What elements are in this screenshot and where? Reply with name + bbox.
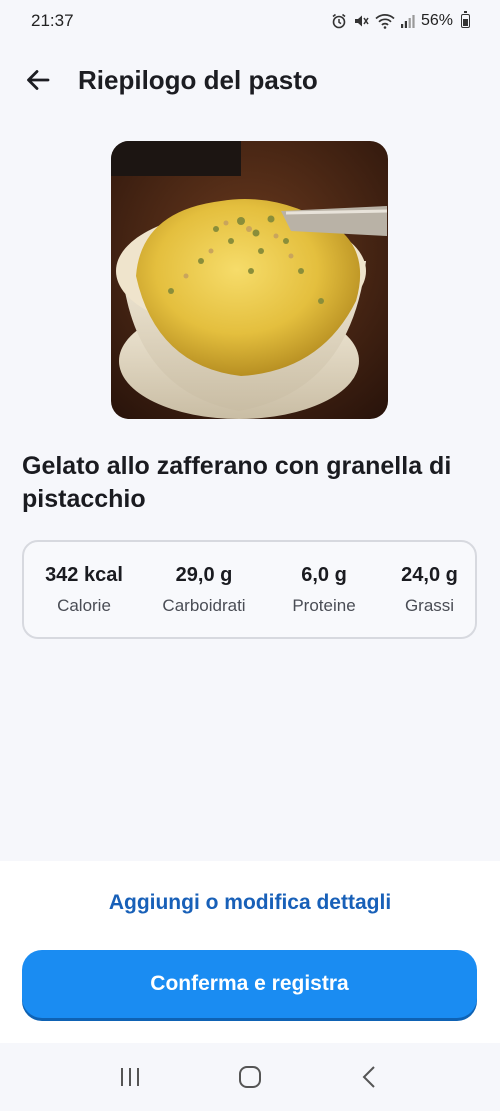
edit-details-link[interactable]: Aggiungi o modifica dettagli [0,891,500,915]
confirm-button[interactable]: Conferma e registra [22,950,477,1018]
nutrition-value: 24,0 g [401,563,458,586]
app-bar: Riepilogo del pasto [0,52,500,108]
mute-icon [354,15,369,27]
nutrition-protein: 6,0 g Proteine [264,564,384,616]
arrow-left-icon [27,70,50,90]
nutrition-calories: 342 kcal Calorie [24,564,144,616]
nutrition-label: Calorie [57,595,111,615]
nutrition-label: Carboidrati [162,595,246,615]
meal-photo [111,141,388,419]
recents-icon [121,1068,139,1086]
nutrition-label: Grassi [404,595,455,615]
system-nav-bar [0,1043,500,1111]
nutrition-label: Proteine [292,595,356,615]
nutrition-value: 6,0 g [301,563,347,586]
alarm-icon [332,13,346,29]
nutrition-fat: 24,0 g Grassi [384,564,475,616]
nutrition-card: 342 kcal Calorie 29,0 g Carboidrati 6,0 … [22,540,477,639]
battery-icon [461,11,470,28]
home-button[interactable] [220,1052,280,1102]
back-icon [362,1066,375,1088]
battery-percentage: 56% [420,12,453,29]
meal-name: Gelato allo zafferano con granella di pi… [22,452,452,513]
system-back-button[interactable] [340,1052,400,1102]
nutrition-value: 29,0 g [175,563,233,586]
signal-icon [400,15,415,28]
page-title: Riepilogo del pasto [78,64,318,95]
nutrition-value: 342 kcal [45,563,123,586]
wifi-icon [375,14,395,29]
status-icons: 56% [331,11,470,30]
status-bar: 21:37 56% [0,0,500,42]
recents-button[interactable] [100,1052,160,1102]
status-time: 21:37 [31,11,74,30]
home-icon [239,1066,261,1088]
back-button[interactable] [14,56,62,104]
nutrition-carbs: 29,0 g Carboidrati [144,564,264,616]
